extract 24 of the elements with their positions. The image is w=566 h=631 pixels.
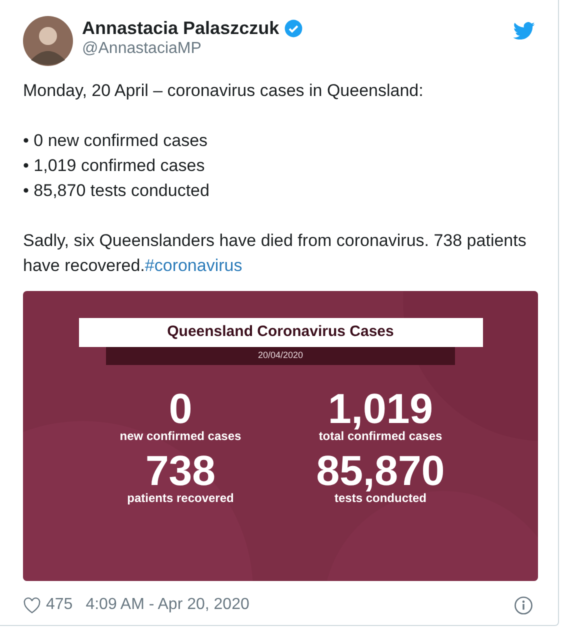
like-count[interactable]: 475	[46, 593, 73, 617]
bird-logo-icon[interactable]	[513, 22, 535, 40]
heart-icon[interactable]	[23, 596, 41, 614]
avatar[interactable]	[23, 16, 73, 66]
stat-value: 1,019	[328, 389, 434, 429]
bullet-item: • 85,870 tests conducted	[23, 180, 210, 202]
stat-label: tests conducted	[334, 491, 426, 505]
tweet-text: Monday, 20 April – coronavirus cases in Queensland:	[23, 80, 424, 102]
tweet-text: Sadly, six Queenslanders have died from coronavirus. 738 patients have recovered.#coronavirus	[23, 230, 528, 277]
stat-label: patients recovered	[127, 491, 234, 505]
author-handle[interactable]: @AnnastaciaMP	[82, 39, 304, 59]
info-icon[interactable]	[514, 596, 533, 614]
hashtag-link[interactable]: #coronavirus	[144, 256, 242, 275]
stat-label: new confirmed cases	[120, 429, 242, 443]
stat-value: 738	[145, 451, 216, 491]
tweet-timestamp[interactable]: 4:09 AM - Apr 20, 2020	[86, 593, 250, 617]
infographic-date: 20/04/2020	[258, 349, 304, 362]
stat-value: 85,870	[316, 451, 445, 491]
author-name[interactable]: Annastacia Palaszczuk	[82, 17, 280, 39]
bullet-item: • 0 new confirmed cases	[23, 130, 209, 152]
stat-value: 0	[168, 389, 192, 429]
infographic-title: Queensland Coronavirus Cases	[167, 322, 394, 342]
bullet-item: • 1,019 confirmed cases	[23, 155, 206, 177]
stat-label: total confirmed cases	[318, 429, 442, 443]
